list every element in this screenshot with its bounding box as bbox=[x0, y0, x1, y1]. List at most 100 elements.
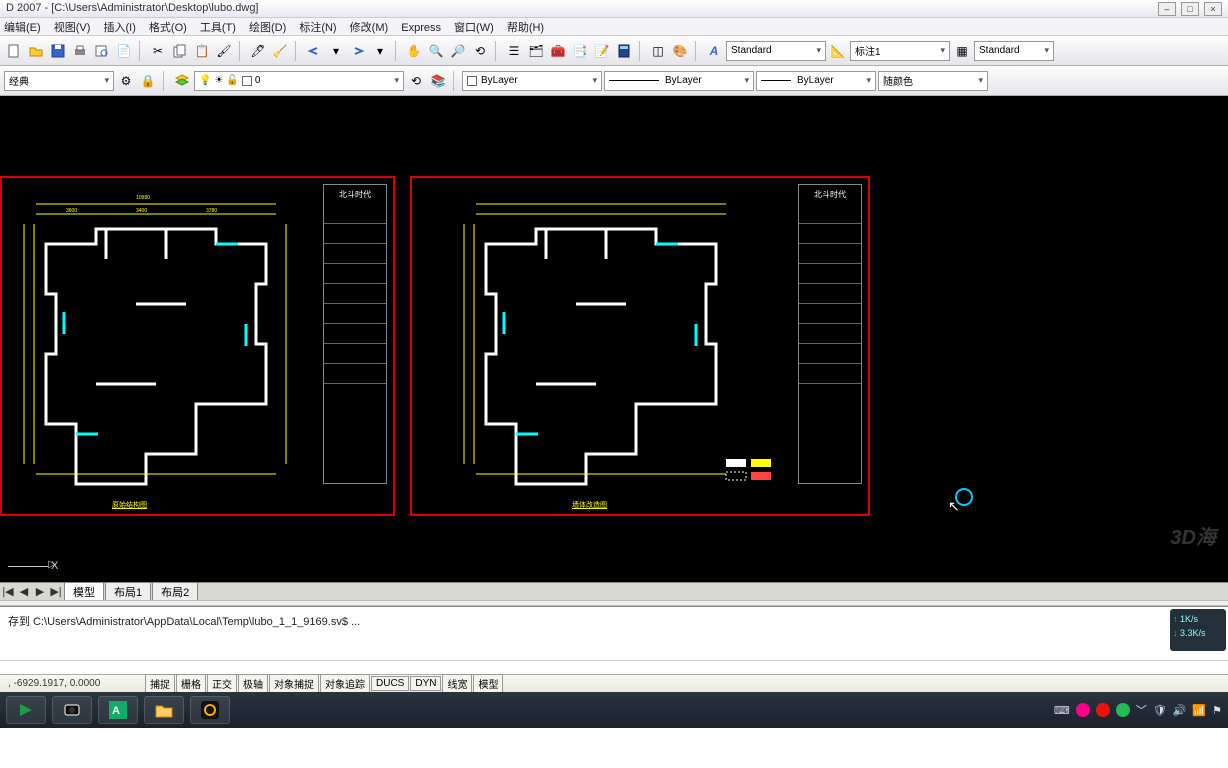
dim-style-dropdown[interactable]: 标注1 bbox=[850, 41, 950, 61]
toolbar-layers: 经典 ⚙ 🔒 💡 ☀ 🔓 0 ⟲ 📚 ByLayer ByLayer ByLay… bbox=[0, 66, 1228, 96]
tray-icon-1[interactable] bbox=[1076, 703, 1090, 717]
tray-volume-icon[interactable]: 🔊 bbox=[1173, 704, 1187, 717]
save-icon[interactable] bbox=[48, 41, 68, 61]
calc-icon[interactable] bbox=[614, 41, 634, 61]
tab-model[interactable]: 模型 bbox=[64, 582, 104, 600]
print-icon[interactable] bbox=[70, 41, 90, 61]
tab-nav-last[interactable]: ▶| bbox=[48, 585, 64, 598]
zoom-prev-icon[interactable]: ⟲ bbox=[470, 41, 490, 61]
tab-nav-prev[interactable]: ◀ bbox=[16, 585, 32, 598]
status-grid[interactable]: 栅格 bbox=[176, 674, 206, 693]
layer-prev-icon[interactable]: ⟲ bbox=[406, 71, 426, 91]
tab-nav-next[interactable]: ▶ bbox=[32, 585, 48, 598]
window-controls: – □ × bbox=[1156, 2, 1222, 15]
lineweight-dropdown[interactable]: ByLayer bbox=[756, 71, 876, 91]
status-ducs[interactable]: DUCS bbox=[371, 676, 409, 691]
tab-nav-first[interactable]: |◀ bbox=[0, 585, 16, 598]
tab-layout1[interactable]: 布局1 bbox=[105, 582, 151, 600]
matchprop-icon[interactable]: 🖌 bbox=[214, 41, 234, 61]
block-icon[interactable]: ◫ bbox=[648, 41, 668, 61]
taskbar-app-2[interactable] bbox=[52, 696, 92, 724]
paste-icon[interactable]: 📋 bbox=[192, 41, 212, 61]
status-model[interactable]: 模型 bbox=[473, 674, 503, 693]
status-dyn[interactable]: DYN bbox=[410, 676, 441, 691]
taskbar-app-autocad[interactable]: A bbox=[98, 696, 138, 724]
zoom-rt-icon[interactable]: 🔍 bbox=[426, 41, 446, 61]
menu-insert[interactable]: 插入(I) bbox=[103, 22, 135, 34]
status-otrack[interactable]: 对象追踪 bbox=[320, 674, 370, 693]
title-bar: D 2007 - [C:\Users\Administrator\Desktop… bbox=[0, 0, 1228, 18]
tray-flag-icon[interactable]: ⚑ bbox=[1212, 704, 1222, 717]
erase-icon[interactable]: 🧹 bbox=[270, 41, 290, 61]
menu-draw[interactable]: 绘图(D) bbox=[249, 22, 286, 34]
menu-edit[interactable]: 编辑(E) bbox=[4, 22, 41, 34]
redo-dd-icon[interactable]: ▾ bbox=[370, 41, 390, 61]
preview-icon[interactable] bbox=[92, 41, 112, 61]
dim-style-icon[interactable]: 📐 bbox=[828, 41, 848, 61]
table-style-icon[interactable]: ▦ bbox=[952, 41, 972, 61]
status-lwt[interactable]: 线宽 bbox=[442, 674, 472, 693]
undo-icon[interactable] bbox=[304, 41, 324, 61]
taskbar-app-5[interactable] bbox=[190, 696, 230, 724]
close-button[interactable]: × bbox=[1204, 2, 1222, 16]
tray-keyboard-icon[interactable]: ⌨ bbox=[1054, 704, 1070, 717]
brush-icon[interactable]: 🖊 bbox=[248, 41, 268, 61]
dc-icon[interactable]: 🗂 bbox=[526, 41, 546, 61]
menu-modify[interactable]: 修改(M) bbox=[350, 22, 389, 34]
tray-play-icon[interactable] bbox=[1116, 703, 1130, 717]
net-download: 3.3K/s bbox=[1173, 626, 1223, 640]
workspace-lock-icon[interactable]: 🔒 bbox=[138, 71, 158, 91]
cut-icon[interactable]: ✂ bbox=[148, 41, 168, 61]
net-upload: 1K/s bbox=[1173, 612, 1223, 626]
publish-icon[interactable]: 📄 bbox=[114, 41, 134, 61]
menu-view[interactable]: 视图(V) bbox=[54, 22, 91, 34]
text-style-icon[interactable]: A bbox=[704, 41, 724, 61]
menu-dim[interactable]: 标注(N) bbox=[299, 22, 336, 34]
taskbar-app-explorer[interactable] bbox=[144, 696, 184, 724]
open-icon[interactable] bbox=[26, 41, 46, 61]
toolpalette-icon[interactable]: 🧰 bbox=[548, 41, 568, 61]
new-icon[interactable] bbox=[4, 41, 24, 61]
redo-icon[interactable] bbox=[348, 41, 368, 61]
linetype-dropdown[interactable]: ByLayer bbox=[604, 71, 754, 91]
command-input[interactable] bbox=[0, 660, 1228, 674]
render-icon[interactable]: 🎨 bbox=[670, 41, 690, 61]
drawing-canvas[interactable]: 北斗时代 bbox=[0, 96, 1228, 600]
menu-tools[interactable]: 工具(T) bbox=[200, 22, 236, 34]
plan-caption-1: 原始结构图 bbox=[112, 500, 147, 510]
tray-chevron-icon[interactable]: ﹀ bbox=[1136, 702, 1147, 718]
layer-dropdown[interactable]: 💡 ☀ 🔓 0 bbox=[194, 71, 404, 91]
copy-icon[interactable] bbox=[170, 41, 190, 61]
layer-states-icon[interactable]: 📚 bbox=[428, 71, 448, 91]
menu-format[interactable]: 格式(O) bbox=[149, 22, 187, 34]
zoom-win-icon[interactable]: 🔎 bbox=[448, 41, 468, 61]
properties-icon[interactable]: ☰ bbox=[504, 41, 524, 61]
workspace-dropdown[interactable]: 经典 bbox=[4, 71, 114, 91]
menu-window[interactable]: 窗口(W) bbox=[454, 22, 494, 34]
table-style-dropdown[interactable]: Standard bbox=[974, 41, 1054, 61]
tray-shield-icon[interactable]: 🛡 bbox=[1153, 704, 1167, 717]
layer-manager-icon[interactable] bbox=[172, 71, 192, 91]
minimize-button[interactable]: – bbox=[1158, 2, 1176, 16]
undo-dd-icon[interactable]: ▾ bbox=[326, 41, 346, 61]
menu-express[interactable]: Express bbox=[401, 22, 441, 34]
status-polar[interactable]: 极轴 bbox=[238, 674, 268, 693]
menu-help[interactable]: 帮助(H) bbox=[507, 22, 544, 34]
pan-icon[interactable]: ✋ bbox=[404, 41, 424, 61]
status-osnap[interactable]: 对象捕捉 bbox=[269, 674, 319, 693]
maximize-button[interactable]: □ bbox=[1181, 2, 1199, 16]
status-snap[interactable]: 捕捉 bbox=[145, 674, 175, 693]
status-ortho[interactable]: 正交 bbox=[207, 674, 237, 693]
color-dropdown[interactable]: ByLayer bbox=[462, 71, 602, 91]
tab-layout2[interactable]: 布局2 bbox=[152, 582, 198, 600]
text-style-dropdown[interactable]: Standard bbox=[726, 41, 826, 61]
taskbar-app-1[interactable] bbox=[6, 696, 46, 724]
tray-stop-icon[interactable] bbox=[1096, 703, 1110, 717]
command-line[interactable]: 存到 C:\Users\Administrator\AppData\Local\… bbox=[0, 606, 1228, 660]
plotstyle-dropdown[interactable]: 随颜色 bbox=[878, 71, 988, 91]
tray-network-icon[interactable]: 📶 bbox=[1192, 704, 1206, 717]
sheet-set-icon[interactable]: 📑 bbox=[570, 41, 590, 61]
command-text: 存到 C:\Users\Administrator\AppData\Local\… bbox=[8, 616, 360, 628]
markup-icon[interactable]: 📝 bbox=[592, 41, 612, 61]
workspace-settings-icon[interactable]: ⚙ bbox=[116, 71, 136, 91]
